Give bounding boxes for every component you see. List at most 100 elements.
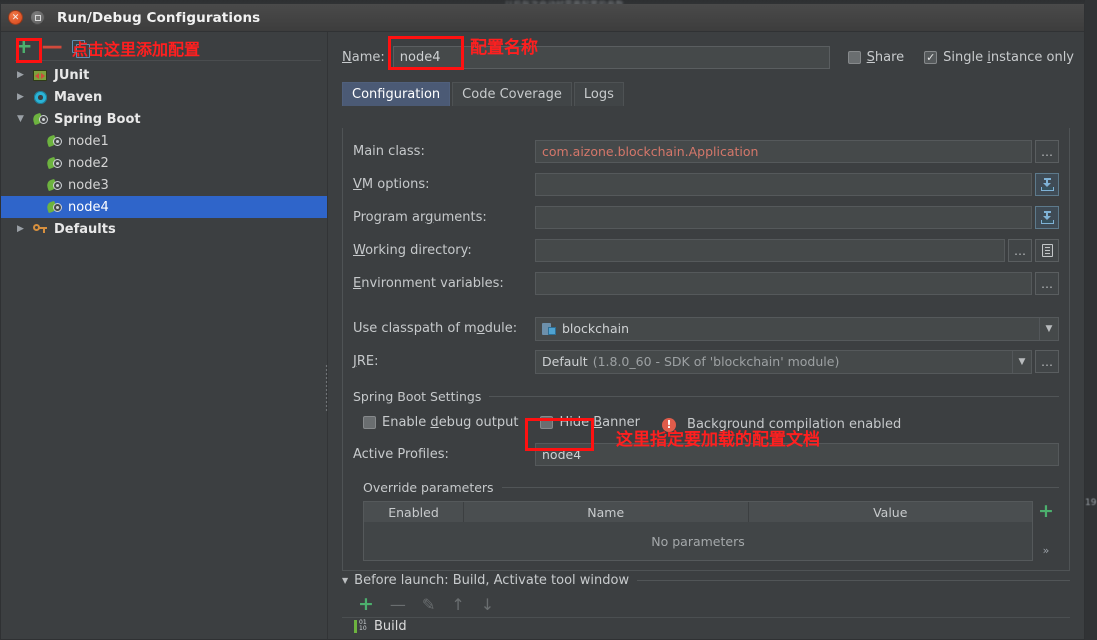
name-label: Name:	[342, 49, 385, 65]
active-profiles-value: node4	[542, 446, 582, 462]
column-header-enabled[interactable]: Enabled	[364, 502, 464, 522]
dialog-title: Run/Debug Configurations	[57, 9, 261, 26]
section-divider	[501, 487, 1059, 488]
chevron-right-icon[interactable]: ▶	[17, 224, 31, 234]
maximize-icon[interactable]	[30, 10, 45, 25]
sidebar-item-spring-boot[interactable]: ▼ Spring Boot	[1, 108, 327, 130]
before-launch-section: ▼ Before launch: Build, Activate tool wi…	[342, 573, 1070, 639]
override-parameters-label: Override parameters	[363, 480, 494, 495]
sidebar-item-maven[interactable]: ▶ Maven	[1, 86, 327, 108]
working-directory-macros-button[interactable]	[1035, 239, 1059, 262]
configurations-tree: ▶ JUnit ▶ Maven ▼ Spring Boot node1 node…	[1, 60, 327, 639]
main-class-input[interactable]: com.aizone.blockchain.Application	[535, 140, 1032, 163]
table-header-row: Enabled Name Value	[364, 502, 1032, 522]
classpath-module-value: blockchain	[562, 321, 630, 336]
spring-boot-icon	[31, 112, 49, 126]
sidebar-item-node3[interactable]: node3	[1, 174, 327, 196]
before-launch-add-button[interactable]: +	[358, 595, 374, 614]
name-input[interactable]: node4	[392, 45, 830, 69]
chevron-down-icon[interactable]: ▼	[1012, 350, 1031, 373]
chevron-down-icon[interactable]: ▼	[342, 576, 348, 585]
program-arguments-expand-button[interactable]	[1035, 206, 1059, 229]
jre-label: JRE:	[353, 354, 379, 369]
jre-value: Default	[542, 354, 588, 369]
pencil-icon[interactable]: ✎	[422, 596, 435, 613]
sidebar-item-defaults[interactable]: ▶ Defaults	[1, 218, 327, 240]
working-directory-row: Working directory: …	[353, 239, 1059, 262]
checkbox-box[interactable]	[540, 416, 554, 429]
program-arguments-input[interactable]	[535, 206, 1032, 229]
tab-configuration[interactable]: Configuration	[342, 82, 451, 106]
expand-editor-icon	[1040, 178, 1054, 191]
jre-select[interactable]: Default (1.8.0_60 - SDK of 'blockchain' …	[535, 349, 1032, 374]
editor-tabs: Configuration Code Coverage Logs	[342, 81, 1084, 106]
sidebar-item-label: Defaults	[54, 221, 116, 237]
environment-variables-browse-button[interactable]: …	[1035, 272, 1059, 295]
sidebar-item-label: node2	[68, 155, 109, 171]
add-configuration-button[interactable]: +	[15, 35, 33, 57]
tab-code-coverage[interactable]: Code Coverage	[452, 82, 572, 106]
configuration-form: Main class: com.aizone.blockchain.Applic…	[342, 128, 1070, 571]
defaults-icon	[31, 223, 49, 235]
single-instance-checkbox[interactable]: ✓ Single instance only	[924, 50, 1074, 65]
vm-options-expand-button[interactable]	[1035, 173, 1059, 196]
table-more-button[interactable]: »	[1043, 544, 1050, 557]
table-empty-message: No parameters	[651, 533, 745, 549]
sidebar-item-node2[interactable]: node2	[1, 152, 327, 174]
checkbox-box[interactable]	[363, 416, 376, 429]
jre-detail: (1.8.0_60 - SDK of 'blockchain' module)	[592, 354, 840, 369]
sidebar-item-label: Maven	[54, 89, 103, 105]
spring-boot-icon	[45, 134, 63, 148]
annotation-config-name: 配置名称	[470, 38, 538, 58]
column-header-name[interactable]: Name	[464, 502, 749, 522]
before-launch-header[interactable]: ▼ Before launch: Build, Activate tool wi…	[342, 573, 1070, 588]
sidebar-item-label: JUnit	[54, 67, 90, 83]
spring-boot-settings-label: Spring Boot Settings	[353, 389, 482, 404]
background-right-label: 19	[1085, 498, 1097, 508]
environment-variables-label: Environment variables:	[353, 276, 504, 291]
annotation-profile-doc: 这里指定要加载的配置文档	[616, 430, 820, 450]
vm-options-input[interactable]	[535, 173, 1032, 196]
environment-variables-input[interactable]	[535, 272, 1032, 295]
jre-browse-button[interactable]: …	[1035, 350, 1059, 373]
chevron-down-icon[interactable]: ▼	[1039, 317, 1058, 340]
sidebar-item-label: node4	[68, 199, 109, 215]
sidebar-item-label: Spring Boot	[54, 111, 141, 127]
down-arrow-icon[interactable]: ↓	[481, 596, 494, 613]
section-divider	[489, 396, 1059, 397]
before-launch-remove-button[interactable]: —	[390, 596, 406, 613]
before-launch-divider	[342, 617, 1070, 618]
working-directory-input[interactable]	[535, 239, 1005, 262]
enable-debug-output-label: Enable debug output	[382, 415, 519, 430]
checkbox-box-checked[interactable]: ✓	[924, 50, 938, 64]
sidebar-item-junit[interactable]: ▶ JUnit	[1, 64, 327, 86]
sidebar-item-label: node3	[68, 177, 109, 193]
main-class-value: com.aizone.blockchain.Application	[542, 144, 759, 159]
column-header-value[interactable]: Value	[749, 502, 1033, 522]
spring-boot-icon	[45, 178, 63, 192]
enable-debug-output-checkbox[interactable]: Enable debug output	[363, 415, 518, 430]
active-profiles-label: Active Profiles:	[353, 446, 449, 462]
sidebar-item-label: node1	[68, 133, 109, 149]
sidebar-item-node1[interactable]: node1	[1, 130, 327, 152]
working-directory-label: Working directory:	[353, 243, 472, 258]
before-launch-toolbar: + — ✎ ↑ ↓	[358, 595, 1070, 614]
close-icon[interactable]: ✕	[8, 10, 23, 25]
chevron-right-icon[interactable]: ▶	[17, 70, 31, 80]
add-parameter-button[interactable]: +	[1038, 502, 1054, 521]
classpath-module-select[interactable]: blockchain ▼	[535, 316, 1059, 341]
working-directory-browse-button[interactable]: …	[1008, 239, 1032, 262]
main-class-label: Main class:	[353, 144, 425, 159]
remove-configuration-button[interactable]: —	[42, 35, 63, 57]
up-arrow-icon[interactable]: ↑	[451, 596, 464, 613]
dialog-body: + — ▶ JUnit ▶ Maven ▼ Spring Boot node1 …	[1, 32, 1084, 639]
chevron-down-icon[interactable]: ▼	[17, 114, 31, 124]
sidebar-item-node4[interactable]: node4	[1, 196, 327, 218]
classpath-module-label: Use classpath of module:	[353, 321, 518, 336]
share-checkbox[interactable]: Share	[847, 50, 904, 65]
tab-logs[interactable]: Logs	[573, 82, 624, 106]
before-launch-item-build[interactable]: 01 10 Build	[354, 619, 1070, 634]
checkbox-box[interactable]	[847, 50, 861, 64]
chevron-right-icon[interactable]: ▶	[17, 92, 31, 102]
main-class-browse-button[interactable]: …	[1035, 140, 1059, 163]
